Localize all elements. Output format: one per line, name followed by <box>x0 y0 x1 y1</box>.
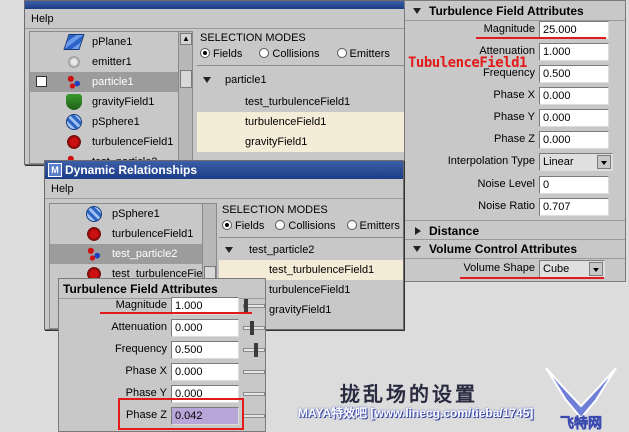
attr-row-noise-ratio: Noise Ratio 0.707 <box>405 196 625 218</box>
noise-level-field[interactable]: 0 <box>539 176 609 194</box>
phase-y-slider[interactable] <box>243 392 265 396</box>
selection-modes-title: SELECTION MODES <box>222 204 328 216</box>
slider-handle[interactable] <box>244 299 248 313</box>
red-underline-volume-shape <box>460 277 604 279</box>
frequency-field[interactable]: 0.500 <box>539 65 609 83</box>
red-box-phase-z <box>118 398 244 430</box>
radio-emitters[interactable]: Emitters <box>346 220 400 232</box>
phase-x-field[interactable]: 0.000 <box>171 363 239 381</box>
distance-header[interactable]: Distance <box>405 220 625 240</box>
help-menu[interactable]: Help <box>51 183 74 195</box>
dropdown-arrow-icon[interactable] <box>589 262 603 276</box>
radio-off-icon <box>259 48 270 58</box>
scroll-up-icon[interactable]: ▲ <box>180 33 192 45</box>
watermark-text: MAYA特效吧 [www.linecg.com/tieba/1745] <box>298 406 534 420</box>
radio-fields[interactable]: Fields <box>222 220 264 232</box>
attr-row-phase-x: Phase X 0.000 <box>59 361 265 383</box>
dropdown-arrow-icon[interactable] <box>597 155 611 169</box>
phase-y-field[interactable]: 0.000 <box>539 109 609 127</box>
slider-handle[interactable] <box>254 343 258 357</box>
attr-row-attenuation: Attenuation 0.000 <box>59 317 265 339</box>
outliner-item[interactable]: pSphere1 <box>30 112 178 132</box>
slider-handle[interactable] <box>250 321 254 335</box>
volume-control-header[interactable]: Volume Control Attributes <box>405 239 625 259</box>
collapse-arrow-icon[interactable] <box>413 8 421 14</box>
radio-off-icon <box>275 220 286 230</box>
outliner-item[interactable]: pPlane1 <box>30 32 178 52</box>
wing-logo-icon <box>545 367 617 420</box>
radio-collisions[interactable]: Collisions <box>275 220 335 232</box>
frequency-field[interactable]: 0.500 <box>171 341 239 359</box>
radio-on-icon <box>200 48 210 58</box>
expand-arrow-icon[interactable] <box>415 227 421 235</box>
phase-z-field[interactable]: 0.000 <box>539 131 609 149</box>
right-attribute-editor: Turbulence Field Attributes Magnitude 25.… <box>404 0 626 282</box>
radio-off-icon <box>346 220 357 230</box>
outliner-scrollbar[interactable]: ▲ <box>178 32 192 163</box>
sphere-icon <box>86 206 102 222</box>
selection-mode-radios: Fields Collisions Emitters <box>219 217 403 235</box>
interpolation-type-select[interactable]: Linear <box>539 153 613 171</box>
site-logo: 飞特网 <box>545 367 617 432</box>
particle-icon <box>66 74 82 90</box>
outliner-item-selected[interactable]: + particle1 <box>30 72 178 92</box>
attr-row-noise-level: Noise Level 0 <box>405 174 625 196</box>
outliner-item-selected[interactable]: test_particle2 <box>50 244 202 264</box>
attr-row-frequency: Frequency 0.500 <box>59 339 265 361</box>
outliner-item[interactable]: turbulenceField1 <box>30 132 178 152</box>
top-outliner: pPlane1 emitter1 + particle1 gravityField… <box>29 31 193 164</box>
logo-text: 飞特网 <box>560 415 602 432</box>
annotation-label: TubulenceField1 <box>408 55 527 71</box>
tree-item-connected[interactable]: test_turbulenceField1 <box>219 260 403 280</box>
main-menubar: Help <box>45 179 403 199</box>
phase-z-slider[interactable] <box>243 414 265 418</box>
emitter-icon <box>66 54 82 70</box>
collapse-arrow-icon[interactable] <box>203 77 211 83</box>
attenuation-field[interactable]: 1.000 <box>539 43 609 61</box>
attenuation-slider[interactable] <box>243 321 265 335</box>
tutorial-title-text: 拢乱场的设置 <box>340 384 478 406</box>
attr-row-phase-z: Phase Z 0.000 <box>405 129 625 151</box>
gravity-field-icon <box>66 94 82 110</box>
collapse-arrow-icon[interactable] <box>413 246 421 252</box>
help-menu[interactable]: Help <box>31 13 54 25</box>
radio-emitters[interactable]: Emitters <box>336 48 390 60</box>
outliner-item[interactable]: turbulenceField1 <box>50 224 202 244</box>
radio-off-icon <box>336 48 347 58</box>
tree-root[interactable]: test_particle2 <box>219 240 403 260</box>
outliner-item[interactable]: pSphere1 <box>50 204 202 224</box>
attenuation-field[interactable]: 0.000 <box>171 319 239 337</box>
phase-x-slider[interactable] <box>243 370 265 374</box>
red-underline-magnitude <box>100 312 252 314</box>
scroll-thumb[interactable] <box>180 70 192 88</box>
window-titlebar[interactable]: M Dynamic Relationships <box>45 161 403 179</box>
outliner-item[interactable]: emitter1 <box>30 52 178 72</box>
radio-collisions[interactable]: Collisions <box>259 48 319 60</box>
turbulence-field-icon <box>86 226 102 242</box>
sphere-icon <box>66 114 82 130</box>
radio-fields[interactable]: Fields <box>200 48 242 60</box>
phase-x-field[interactable]: 0.000 <box>539 87 609 105</box>
attr-row-interpolation: Interpolation Type Linear <box>405 151 625 173</box>
volume-shape-select[interactable]: Cube <box>539 260 605 278</box>
top-window: Help pPlane1 emitter1 + particle1 gravity… <box>24 0 444 165</box>
frequency-slider[interactable] <box>243 343 265 357</box>
top-menubar: Help <box>25 9 443 29</box>
attr-row-phase-y: Phase Y 0.000 <box>405 107 625 129</box>
maya-app-icon: M <box>48 163 62 177</box>
noise-ratio-field[interactable]: 0.707 <box>539 198 609 216</box>
expand-icon[interactable]: + <box>36 76 47 87</box>
plane-icon <box>63 34 85 50</box>
magnitude-slider[interactable] <box>243 299 265 313</box>
turbulence-attributes-header[interactable]: Turbulence Field Attributes <box>405 1 625 21</box>
radio-on-icon <box>222 220 232 230</box>
outliner-item[interactable]: gravityField1 <box>30 92 178 112</box>
particle-icon <box>86 246 102 262</box>
turbulence-field-icon <box>66 134 82 150</box>
collapse-arrow-icon[interactable] <box>225 247 233 253</box>
top-window-titlebar[interactable] <box>25 1 443 9</box>
red-underline-magnitude <box>476 37 606 39</box>
attr-row-phase-x: Phase X 0.000 <box>405 85 625 107</box>
